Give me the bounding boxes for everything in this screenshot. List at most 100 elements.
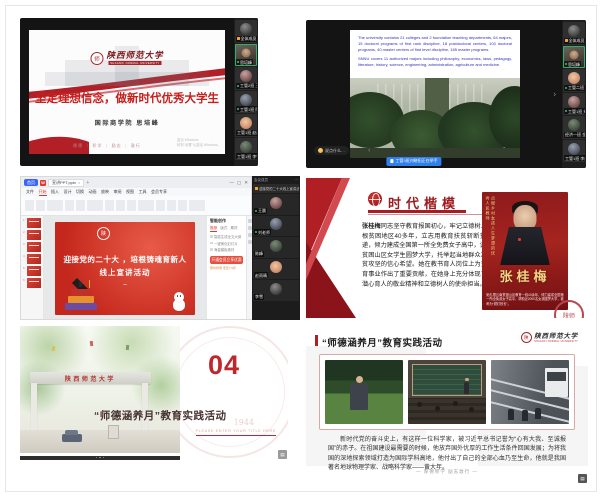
maximize-icon[interactable]: ▢ bbox=[237, 180, 241, 186]
wps-logo-icon: W bbox=[40, 180, 46, 186]
minimize-icon[interactable]: — bbox=[229, 180, 234, 186]
slide-thumbnail[interactable]: 6 bbox=[23, 278, 41, 288]
pane-tab[interactable]: 版式 bbox=[220, 226, 227, 232]
photo-speaker-on-lawn bbox=[325, 360, 403, 424]
guard-booth bbox=[108, 425, 119, 439]
ribbon-button[interactable] bbox=[156, 200, 165, 211]
slide-footer-motto: — 厚德积学 励志敦行 — bbox=[306, 469, 588, 475]
avatar bbox=[270, 261, 282, 273]
pane-item[interactable]: 智能生成全文大纲 bbox=[210, 234, 243, 239]
thumb-image bbox=[27, 266, 41, 276]
chat-input-pill[interactable]: 说点什么… bbox=[314, 146, 349, 155]
meeting-sidebar[interactable]: 会议成员 ⋯ 迎接党的二十大线上宣讲活动 王晨 刘老师 陈峰 赵雨晴 bbox=[252, 176, 300, 320]
menu-review[interactable]: 审阅 bbox=[114, 189, 122, 195]
pane-tab[interactable]: 素材 bbox=[230, 226, 237, 232]
participant-tile[interactable]: 工管1班 刘晓阳 bbox=[563, 93, 585, 116]
ribbon-button[interactable] bbox=[138, 200, 154, 211]
participant-tile[interactable]: 工管1班 陈泽峰 bbox=[235, 91, 257, 114]
avatar bbox=[270, 218, 282, 230]
member-tile[interactable]: 刘老师 bbox=[253, 216, 299, 237]
slide-thumbnail[interactable]: 4 bbox=[23, 254, 41, 264]
gate-beam: 陕西师范大学 bbox=[30, 372, 152, 385]
new-tab-button[interactable]: + bbox=[86, 180, 89, 186]
university-name: 陕西师范大学 bbox=[534, 333, 578, 340]
member-tile[interactable]: 赵雨晴 bbox=[253, 259, 299, 280]
participant-tile[interactable]: 经济一班 金琳琳 bbox=[563, 116, 585, 139]
participant-tile[interactable]: 全体成员 bbox=[235, 20, 257, 43]
menu-view[interactable]: 视图 bbox=[126, 189, 134, 195]
member-tile[interactable]: 陈峰 bbox=[253, 237, 299, 258]
slide-thumbnail[interactable]: 1 bbox=[23, 218, 41, 228]
pane-title: 智能创作 bbox=[210, 218, 243, 224]
ribbon-button[interactable] bbox=[189, 200, 205, 211]
university-logo: 师 陕西师范大学 SHAANXI NORMAL UNIVERSITY bbox=[90, 52, 163, 65]
app-icon bbox=[565, 39, 568, 42]
ribbon-button[interactable] bbox=[178, 200, 187, 211]
teacher-figure bbox=[464, 382, 469, 394]
ribbon-button[interactable] bbox=[105, 200, 114, 211]
pane-tab[interactable]: 推荐 bbox=[210, 226, 217, 232]
campus-gate-photo: 陕西师范大学 bbox=[20, 326, 180, 453]
participant-tile-speaking[interactable]: 思培峰 bbox=[563, 46, 585, 69]
red-slide[interactable]: 陕 迎接党的二十大 ，培根铸魂育新人 线上宣讲活动 ~ bbox=[55, 222, 195, 315]
avatar bbox=[568, 143, 580, 155]
thumb-number: 1 bbox=[23, 218, 26, 222]
menu-tools[interactable]: 工具 bbox=[139, 189, 147, 195]
participant-tile[interactable]: 工管1班 赵雨晴 bbox=[235, 114, 257, 137]
pane-item[interactable]: 一键美化幻灯片 bbox=[210, 241, 243, 246]
menu-file[interactable]: 文件 bbox=[26, 189, 34, 195]
ribbon-button[interactable] bbox=[65, 200, 74, 211]
wps-ribbon bbox=[21, 196, 251, 216]
menu-home[interactable]: 开始 bbox=[39, 189, 47, 196]
menu-transition[interactable]: 切换 bbox=[76, 189, 84, 195]
ribbon-button[interactable] bbox=[87, 200, 103, 211]
document-tab[interactable]: 宣讲PPT.pptx× bbox=[48, 179, 84, 187]
slide-thumbnail[interactable]: 3 bbox=[23, 242, 41, 252]
participant-sidebar[interactable]: 全体成员 思培峰 工管2班 王瑞 工管1班 陈泽峰 工管1班 赵雨晴 工管1班 … bbox=[234, 18, 258, 166]
participant-tile[interactable]: 工管2班 王瑞 bbox=[235, 67, 257, 90]
home-tab[interactable]: 首页 bbox=[24, 179, 38, 186]
slide-thumbnail[interactable]: 5 bbox=[23, 266, 41, 276]
ribbon-button[interactable] bbox=[36, 200, 45, 211]
slide-thumbnail[interactable]: 2 bbox=[23, 230, 41, 240]
participant-tile[interactable]: 全体成员 bbox=[563, 22, 585, 45]
cap-button bbox=[79, 282, 82, 287]
slide-thumbnail-panel[interactable]: 1 2 3 4 5 6 bbox=[21, 216, 44, 319]
ribbon-button[interactable] bbox=[127, 200, 136, 211]
menu-member[interactable]: 会员专享 bbox=[151, 189, 167, 195]
member-upgrade-button[interactable]: 开通会员立享优惠 bbox=[210, 256, 243, 264]
menu-design[interactable]: 设计 bbox=[64, 189, 72, 195]
participant-name: 工管1班 李雪 bbox=[236, 153, 257, 159]
bullet-icon bbox=[210, 248, 213, 251]
avatar bbox=[240, 117, 252, 129]
thumb-number: 5 bbox=[23, 266, 26, 270]
participant-tile-speaking[interactable]: 思培峰 bbox=[235, 44, 257, 67]
ribbon-button[interactable] bbox=[47, 200, 63, 211]
chat-collapse-arrow[interactable]: ‹ bbox=[368, 146, 370, 155]
student-head bbox=[435, 406, 440, 411]
slide-subtitle: 国际商学院 思培峰 bbox=[29, 118, 225, 127]
presence-dot-icon bbox=[237, 85, 239, 87]
ribbon-button[interactable] bbox=[167, 200, 176, 211]
paragraph-1: The university contains 21 colleges and … bbox=[358, 35, 512, 53]
participant-tile[interactable]: 工管1班 李雪 bbox=[235, 138, 257, 161]
presence-dot-icon bbox=[255, 210, 257, 212]
menu-slideshow[interactable]: 放映 bbox=[101, 189, 109, 195]
poster-vertical-caption: 点燃乡村女孩人生梦想的优秀人民教师 bbox=[485, 196, 496, 258]
participant-tile[interactable]: 工管1班 李想 bbox=[563, 140, 585, 163]
ribbon-button[interactable] bbox=[116, 200, 125, 211]
ribbon-button[interactable] bbox=[25, 200, 34, 211]
next-page-arrow[interactable]: › bbox=[553, 90, 556, 99]
close-icon[interactable]: ✕ bbox=[244, 180, 248, 186]
close-tab-icon[interactable]: × bbox=[78, 180, 80, 185]
pane-item[interactable]: 海量模板素材 bbox=[210, 247, 243, 252]
menu-animation[interactable]: 动画 bbox=[89, 189, 97, 195]
member-tile[interactable]: 李雪 bbox=[253, 280, 299, 301]
participant-sidebar[interactable]: 全体成员 思培峰 工管二班 周晓 工管1班 刘晓阳 经济一班 金琳琳 工管1班 … bbox=[562, 20, 586, 168]
more-icon[interactable]: ⋯ bbox=[295, 178, 299, 182]
menu-insert[interactable]: 插入 bbox=[51, 189, 59, 195]
ribbon-button[interactable] bbox=[76, 200, 85, 211]
participant-tile[interactable]: 工管二班 周晓 bbox=[563, 69, 585, 92]
collage: 师 陕西师范大学 SHAANXI NORMAL UNIVERSITY 坚定理想信… bbox=[0, 0, 602, 497]
member-tile[interactable]: 王晨 bbox=[253, 194, 299, 215]
